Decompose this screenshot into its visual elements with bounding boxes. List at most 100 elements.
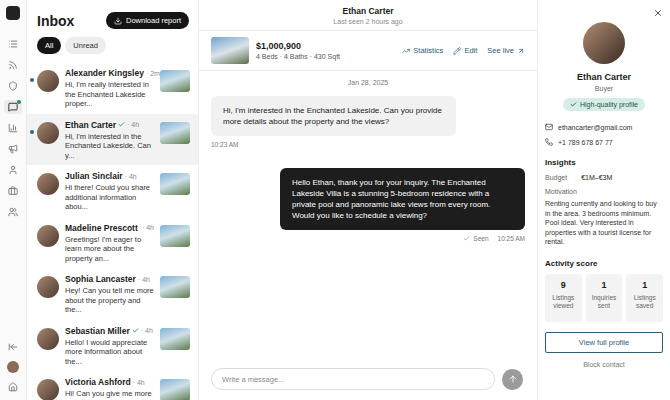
check-icon	[570, 101, 577, 108]
contact-avatar	[37, 225, 59, 247]
message-time: · 4h	[125, 173, 137, 180]
message-meta: 10:23 AM	[211, 141, 238, 148]
verified-icon	[118, 121, 125, 128]
nav-item[interactable]	[4, 58, 22, 72]
conversation-item[interactable]: Victoria Ashford· 4h Hi! Can you give me …	[27, 371, 198, 400]
property-action[interactable]: Statistics	[402, 46, 443, 55]
contact-name: Sebastian Miller	[65, 326, 130, 336]
filter-tab[interactable]: All	[37, 37, 61, 54]
score-card: 1Inquiries sent	[586, 274, 623, 322]
chat-header: Ethan CarterLast seen 2 hours ago	[199, 0, 537, 31]
message-bubble: Hi, I'm interested in the Enchanted Lake…	[211, 96, 456, 136]
collapse-icon	[8, 342, 18, 352]
unread-dot	[30, 78, 34, 82]
unread-dot	[30, 130, 34, 134]
contact-name: Victoria Ashford	[65, 377, 131, 387]
chat-panel: Ethan CarterLast seen 2 hours ago$1,000,…	[199, 0, 537, 400]
message-preview: Hey! Can you tell me more about the prop…	[65, 286, 154, 315]
nav-item[interactable]	[4, 37, 22, 51]
home-button[interactable]	[4, 380, 22, 394]
filter-tabs: AllUnread	[27, 35, 198, 62]
send-button[interactable]	[502, 369, 523, 390]
list-icon	[8, 39, 18, 49]
profile-avatar	[583, 22, 625, 64]
motivation-label: Motivation	[545, 188, 663, 195]
message-time: · 4h	[138, 276, 150, 283]
logo-icon[interactable]	[6, 6, 20, 20]
nav-item[interactable]	[4, 142, 22, 156]
collapse-button[interactable]	[4, 340, 22, 354]
message-preview: Hello! I would appreciate more informati…	[65, 338, 154, 367]
close-icon[interactable]	[653, 8, 663, 18]
account-avatar[interactable]	[7, 361, 19, 373]
message-meta: Seen10:25 AM	[463, 235, 525, 242]
score-card: 1Listings saved	[626, 274, 663, 322]
conversation-item[interactable]: Alexander Kingsley· 2mHi, I'm really int…	[27, 62, 198, 114]
send-icon	[508, 374, 518, 384]
message-preview: Hi! Can you give me more	[65, 389, 154, 399]
conversation-item[interactable]: Julian Sinclair· 4hHi there! Could you s…	[27, 165, 198, 217]
contact-name: Madeline Prescott	[65, 223, 138, 233]
property-details: 4 Beds · 4 Baths · 430 Sqft	[256, 53, 340, 60]
pencil-icon	[453, 47, 461, 55]
seen-icon	[463, 235, 470, 242]
property-action[interactable]: See live	[487, 46, 525, 55]
nav-item[interactable]	[4, 121, 22, 135]
inbox-header: Inbox Download report	[27, 0, 198, 35]
inbox-title: Inbox	[37, 13, 74, 29]
block-contact-link[interactable]: Block contact	[545, 361, 663, 368]
message-preview: Hi there! Could you share additional inf…	[65, 183, 154, 212]
nav-item[interactable]	[4, 79, 22, 93]
message-preview: Greetings! I'm eager to learn more about…	[65, 235, 154, 264]
message-bubble: Hello Ethan, thank you for your inquiry.…	[280, 168, 525, 230]
profile-role: Buyer	[545, 85, 663, 92]
download-icon	[114, 17, 122, 25]
conversation-item[interactable]: Madeline Prescott· 4hGreetings! I'm eage…	[27, 217, 198, 269]
insights-title: Insights	[545, 158, 663, 167]
property-thumbnail	[160, 173, 190, 195]
nav-item[interactable]	[4, 205, 22, 219]
nav-item[interactable]	[4, 100, 22, 114]
megaphone-icon	[8, 144, 18, 154]
conversation-item[interactable]: Sophia Lancaster· 4h Hey! Can you tell me…	[27, 268, 198, 320]
email-row[interactable]: ethancarter@gmail.com	[545, 123, 663, 131]
message-list: Jan 28, 2025 Hi, I'm interested in the En…	[199, 71, 537, 360]
conversation-item[interactable]: Ethan Carter· 4hHi, I'm interested in th…	[27, 114, 198, 166]
view-profile-button[interactable]: View full profile	[545, 332, 663, 353]
contact-avatar	[37, 276, 59, 298]
conversation-item[interactable]: Sebastian Miller · 4h Hello! I would appre…	[27, 320, 198, 372]
composer	[199, 360, 537, 400]
message-time: · 4h	[141, 327, 153, 334]
budget-row: Budget€1M–€3M	[545, 174, 663, 181]
nav-rail	[0, 0, 27, 400]
property-thumbnail	[160, 379, 190, 400]
contact-avatar	[37, 122, 59, 144]
contact-avatar	[37, 379, 59, 400]
date-divider: Jan 28, 2025	[211, 79, 525, 86]
filter-tab[interactable]: Unread	[65, 37, 106, 54]
property-action[interactable]: Edit	[453, 46, 477, 55]
chat-contact-name: Ethan Carter	[207, 6, 529, 16]
mail-icon	[545, 123, 553, 131]
phone-row[interactable]: +1 789 678 67 77	[545, 138, 663, 146]
nav-item[interactable]	[4, 163, 22, 177]
phone-icon	[545, 138, 553, 146]
property-thumbnail	[160, 225, 190, 247]
contact-name: Sophia Lancaster	[65, 274, 136, 284]
download-button[interactable]: Download report	[106, 12, 189, 29]
nav-item[interactable]	[4, 184, 22, 198]
chat-icon	[8, 102, 18, 112]
inbox-panel: InboxDownload reportAllUnreadAlexander K…	[27, 0, 199, 400]
quality-badge: High-quality profile	[563, 98, 645, 111]
user-icon	[8, 165, 18, 175]
property-thumbnail	[160, 70, 190, 92]
message-time: · 4h	[133, 379, 145, 386]
notification-dot	[17, 100, 21, 104]
message-input[interactable]	[211, 368, 495, 390]
message-preview: Hi, I'm interested in the Enchanted Lake…	[65, 132, 154, 161]
contact-avatar	[37, 70, 59, 92]
briefcase-icon	[8, 186, 18, 196]
message-time: · 4h	[127, 121, 139, 128]
rss-icon	[8, 60, 18, 70]
property-thumbnail	[160, 276, 190, 298]
